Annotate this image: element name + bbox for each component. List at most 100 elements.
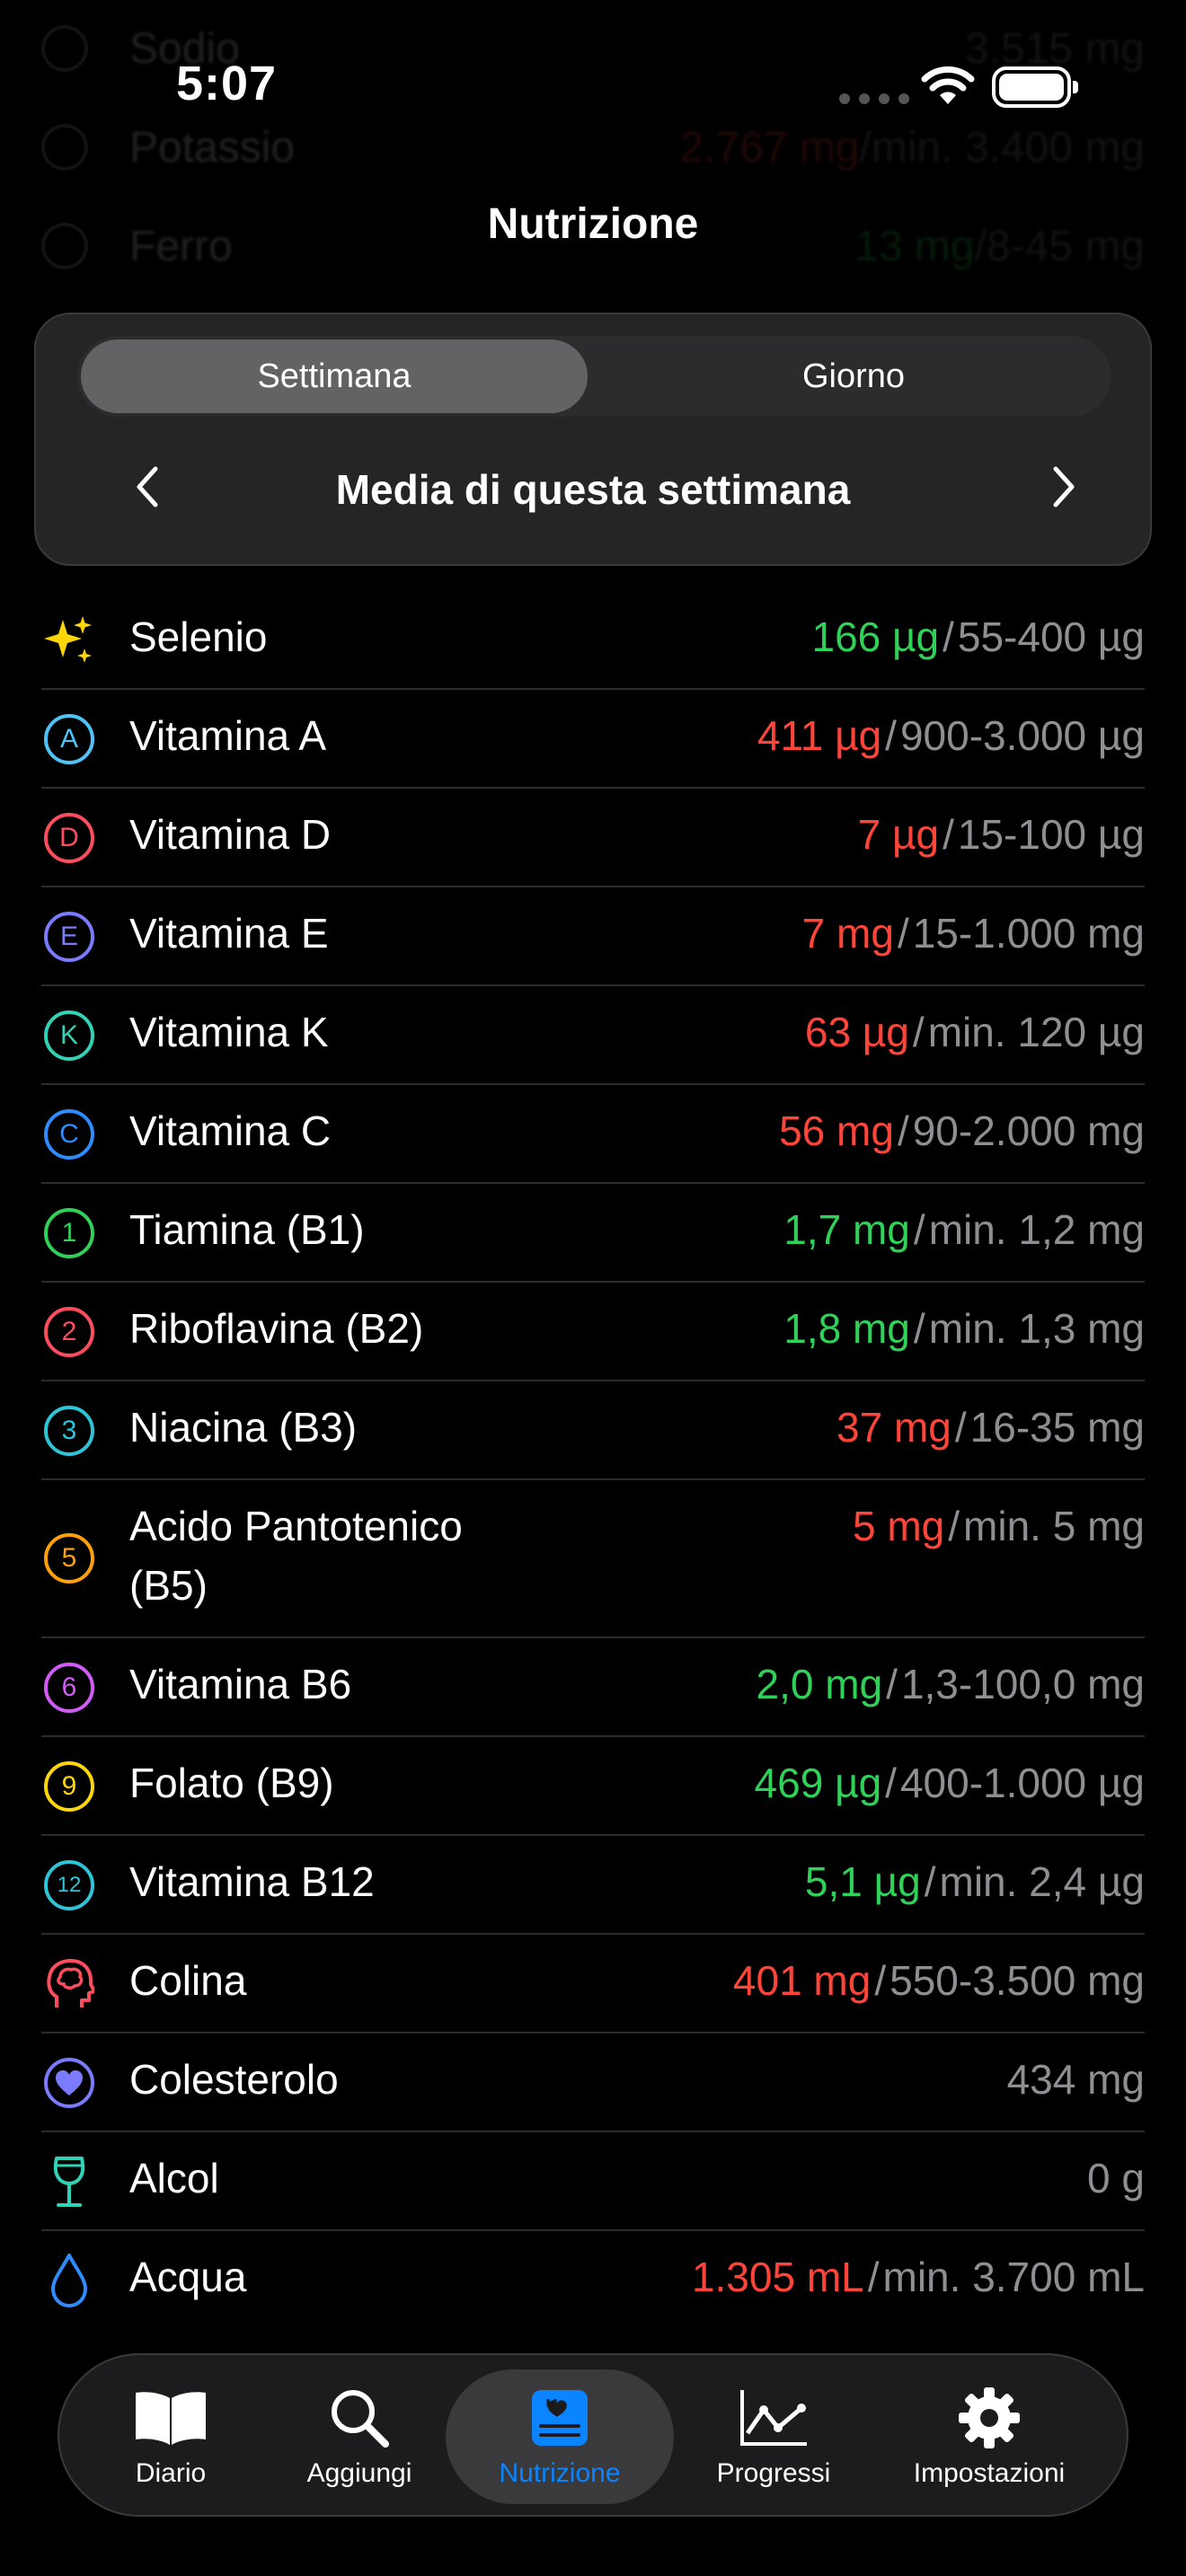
nutrient-value: 469 µg [754,1760,882,1806]
nutrient-name: Vitamina A [129,712,327,759]
value-separator: / [913,1305,925,1352]
nutrient-value: 5 mg [853,1503,945,1549]
nutrient-values: 401 mg/550-3.500 mg [597,1951,1145,2010]
nutrient-name: Folato (B9) [129,1760,334,1806]
nutrient-name: Alcol [129,2155,219,2201]
nutrient-range: 900-3.000 µg [899,712,1145,759]
nutrient-range: 55-400 µg [957,613,1145,660]
list-item[interactable]: Selenio 166 µg/55-400 µg [41,591,1145,690]
nutrient-values: 7 mg/15-1.000 mg [597,904,1145,963]
gear-icon [957,2385,1022,2451]
tab-nutrizione[interactable]: Nutrizione [446,2369,674,2504]
value-separator: / [943,811,954,858]
icon-glyph: 6 [44,1663,94,1713]
nutrient-name: Acido Pantotenico (B5) [129,1503,463,1609]
list-item[interactable]: Colesterolo 434 mg [41,2033,1145,2132]
letter-d-icon: D [41,810,97,866]
tab-label: Impostazioni [913,2458,1066,2488]
status-time: 5:07 [176,57,278,110]
list-item[interactable]: D Vitamina D 7 µg/15-100 µg [41,789,1145,887]
value-separator: / [948,1503,960,1549]
nutrient-range: 15-1.000 mg [912,910,1145,957]
number-6-icon: 6 [41,1660,97,1716]
period-label: Media di questa settimana [335,466,851,513]
nutrient-name: Colina [129,1957,247,2004]
value-separator: / [913,1206,925,1253]
nutrient-values: 63 µg/min. 120 µg [597,1002,1145,1062]
nutrient-value: 37 mg [836,1404,951,1451]
tab-bar: Diario Aggiungi Nutrizione Progressi Imp… [58,2353,1128,2517]
nutrient-name: Vitamina E [129,910,329,957]
list-item[interactable]: 12 Vitamina B12 5,1 µg/min. 2,4 µg [41,1836,1145,1935]
value-separator: / [912,1009,925,1055]
tab-diario[interactable]: Diario [95,2369,246,2504]
nutrient-name: Niacina (B3) [129,1404,358,1451]
list-item[interactable]: E Vitamina E 7 mg/15-1.000 mg [41,887,1145,986]
nutrient-name: Selenio [129,613,268,660]
value-separator: / [885,1760,897,1806]
value-separator: / [867,2254,880,2300]
heart-circle-icon [41,2055,97,2111]
nutrient-range: min. 3.700 mL [882,2254,1145,2300]
search-icon [328,2385,391,2451]
value-separator: / [924,1858,936,1905]
value-separator: / [874,1957,887,2004]
tab-label: Progressi [716,2458,831,2488]
nutrient-value: 63 µg [804,1009,909,1055]
segment-week[interactable]: Settimana [81,340,588,413]
list-item[interactable]: 2 Riboflavina (B2) 1,8 mg/min. 1,3 mg [41,1283,1145,1381]
next-period-button[interactable] [1037,460,1091,514]
nutrient-range: min. 1,2 mg [928,1206,1145,1253]
nutrient-value: 401 mg [732,1957,872,2004]
nutrient-range: 550-3.500 mg [890,1957,1145,2004]
letter-k-icon: K [41,1008,97,1063]
list-item[interactable]: 1 Tiamina (B1) 1,7 mg/min. 1,2 mg [41,1184,1145,1283]
icon-glyph: D [44,813,94,863]
list-item[interactable]: C Vitamina C 56 mg/90-2.000 mg [41,1085,1145,1184]
tab-label: Nutrizione [499,2458,621,2488]
icon-glyph: E [44,912,94,962]
icon-glyph: 1 [44,1208,94,1258]
nutrient-name: Riboflavina (B2) [129,1305,424,1352]
tab-aggiungi[interactable]: Aggiungi [284,2369,435,2504]
nutrient-values: 0 g [597,2148,1145,2208]
nutrient-values: 56 mg/90-2.000 mg [597,1101,1145,1160]
chevron-right-icon [1053,466,1075,507]
nutrient-values: 7 µg/15-100 µg [597,805,1145,864]
tab-impostazioni[interactable]: Impostazioni [893,2369,1085,2504]
nutrient-range: 90-2.000 mg [912,1107,1145,1154]
number-1-icon: 1 [41,1205,97,1261]
list-item[interactable]: Alcol 0 g [41,2132,1145,2231]
list-item[interactable]: Acqua 1.305 mL/min. 3.700 mL [41,2231,1145,2330]
wifi-icon [921,66,975,104]
list-item[interactable]: 5 Acido Pantotenico (B5) 5 mg/min. 5 mg [41,1480,1145,1638]
period-selector-card: Settimana Giorno Media di questa settima… [34,313,1152,566]
nutrient-values: 5,1 µg/min. 2,4 µg [597,1852,1145,1911]
nutrient-values: 434 mg [597,2050,1145,2109]
nutrient-name: Vitamina D [129,811,332,858]
number-3-icon: 3 [41,1403,97,1459]
letter-c-icon: C [41,1107,97,1162]
nutrition-label-icon [530,2385,589,2451]
list-item[interactable]: 6 Vitamina B6 2,0 mg/1,3-100,0 mg [41,1638,1145,1737]
tab-progressi[interactable]: Progressi [688,2369,859,2504]
nutrient-range: 1,3-100,0 mg [900,1661,1145,1707]
brain-head-icon [41,1956,97,2012]
nutrient-name: Vitamina C [129,1107,332,1154]
nutrient-value: 0 g [1087,2155,1145,2201]
nutrient-values: 37 mg/16-35 mg [597,1398,1145,1457]
list-item[interactable]: K Vitamina K 63 µg/min. 120 µg [41,986,1145,1085]
number-12-icon: 12 [41,1857,97,1913]
list-item[interactable]: A Vitamina A 411 µg/900-3.000 µg [41,690,1145,789]
nutrient-value: 1.305 mL [691,2254,864,2300]
icon-glyph: 12 [44,1860,94,1910]
list-item[interactable]: 9 Folato (B9) 469 µg/400-1.000 µg [41,1737,1145,1836]
nutrient-range: 16-35 mg [969,1404,1145,1451]
nutrient-value: 1,8 mg [783,1305,910,1352]
list-item[interactable]: 3 Niacina (B3) 37 mg/16-35 mg [41,1381,1145,1480]
segment-day[interactable]: Giorno [597,336,1111,417]
nutrient-values: 1,7 mg/min. 1,2 mg [597,1200,1145,1259]
nutrient-values: 469 µg/400-1.000 µg [597,1753,1145,1813]
value-separator: / [885,712,897,759]
list-item[interactable]: Colina 401 mg/550-3.500 mg [41,1935,1145,2033]
